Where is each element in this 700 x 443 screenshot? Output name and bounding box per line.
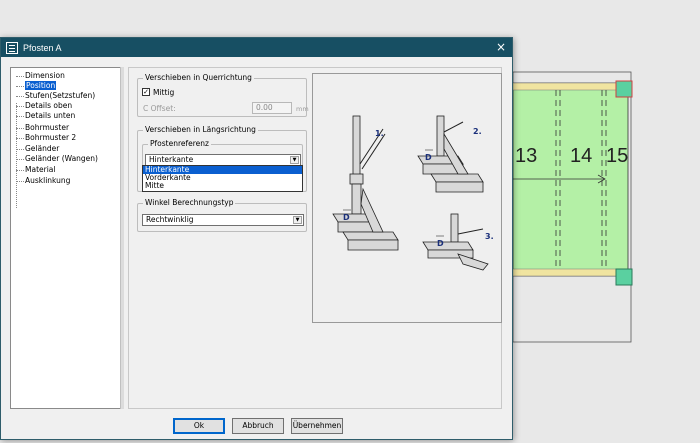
chevron-down-icon[interactable]: ▼ xyxy=(293,216,302,224)
post-position-illustration: 1. 2. 3. D D D xyxy=(312,73,502,323)
tree-item-stufen[interactable]: Stufen(Setzstufen) xyxy=(13,91,95,101)
group-pfostenreferenz-title: Pfostenreferenz xyxy=(148,139,211,148)
pfostenreferenz-dropdown: Hinterkante Vorderkante Mitte xyxy=(142,165,303,192)
d-marker-2: D xyxy=(425,153,432,162)
group-winkel-title: Winkel Berechnungstyp xyxy=(143,198,236,207)
offset-input[interactable]: 0.00 xyxy=(252,102,292,114)
tree-item-bohrmuster-2[interactable]: Bohrmuster 2 xyxy=(13,133,76,143)
dialog-app-icon xyxy=(6,41,18,54)
tree-item-position[interactable]: Position xyxy=(13,81,57,91)
case-label-3: 3. xyxy=(485,232,494,241)
stair-number-14: 14 xyxy=(570,145,593,167)
tree-scrollbar[interactable] xyxy=(120,67,124,409)
chevron-down-icon[interactable]: ▼ xyxy=(290,156,299,164)
mittig-checkbox[interactable]: ✓ xyxy=(142,88,150,96)
mittig-label: Mittig xyxy=(153,88,175,97)
option-mitte[interactable]: Mitte xyxy=(143,182,302,190)
stair-number-15: 15 xyxy=(606,145,629,167)
offset-unit: mm xyxy=(296,105,309,113)
winkel-select[interactable]: Rechtwinklig ▼ xyxy=(142,214,304,226)
d-marker-1: D xyxy=(343,213,350,222)
tree-item-dimension[interactable]: Dimension xyxy=(13,71,65,81)
tree-item-gelaender[interactable]: Geländer xyxy=(13,144,59,154)
tree-item-bohrmuster[interactable]: Bohrmuster xyxy=(13,123,69,133)
stair-post-diagram: 1. 2. 3. D D D xyxy=(332,115,494,271)
stair-number-13: 13 xyxy=(515,145,538,167)
close-icon[interactable]: × xyxy=(496,40,506,54)
dialog-titlebar[interactable]: Pfosten A × xyxy=(1,38,512,57)
group-winkel: Winkel Berechnungstyp Rechtwinklig ▼ xyxy=(137,198,307,232)
option-vorderkante[interactable]: Vorderkante xyxy=(143,174,302,182)
case-label-1: 1. xyxy=(375,129,384,138)
group-querrichtung-title: Verschieben in Querrichtung xyxy=(143,73,254,82)
ok-button[interactable]: Ok xyxy=(173,418,225,434)
tree-item-gelaender-wangen[interactable]: Geländer (Wangen) xyxy=(13,154,98,164)
tree-item-details-unten[interactable]: Details unten xyxy=(13,111,75,121)
tree-item-material[interactable]: Material xyxy=(13,165,55,175)
d-marker-3: D xyxy=(437,239,444,248)
tree-item-details-oben[interactable]: Details oben xyxy=(13,101,72,111)
group-querrichtung: Verschieben in Querrichtung ✓ Mittig C O… xyxy=(137,73,309,117)
dialog-title: Pfosten A xyxy=(23,42,62,53)
group-laengsrichtung-title: Verschieben in Längsrichtung xyxy=(143,125,258,134)
cancel-button[interactable]: Abbruch xyxy=(232,418,284,434)
offset-label: C Offset: xyxy=(143,104,176,113)
pfosten-dialog: Pfosten A × Dimension Position Stufen(Se… xyxy=(0,37,513,440)
tree-item-ausklinkung[interactable]: Ausklinkung xyxy=(13,176,70,186)
apply-button[interactable]: Übernehmen xyxy=(291,418,343,434)
category-tree: Dimension Position Stufen(Setzstufen) De… xyxy=(10,67,121,409)
case-label-2: 2. xyxy=(473,127,482,136)
